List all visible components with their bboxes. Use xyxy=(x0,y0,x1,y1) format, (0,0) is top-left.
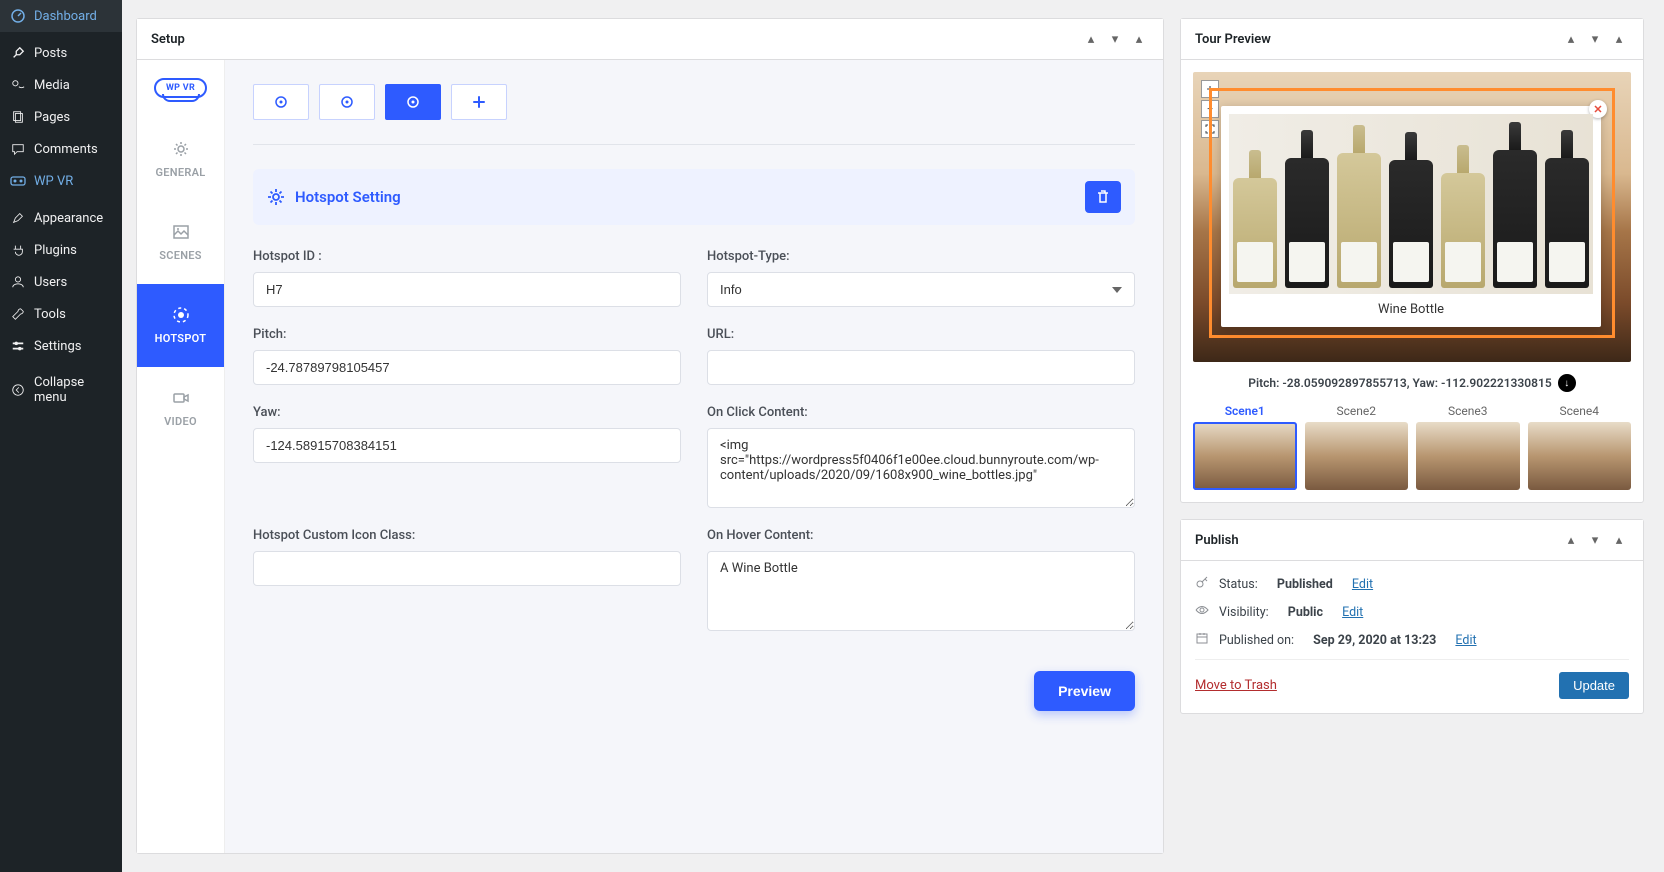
tour-preview-panel: Tour Preview ▴ ▾ ▴ + − xyxy=(1180,18,1644,503)
page-icon xyxy=(10,109,26,125)
user-icon xyxy=(10,274,26,290)
panel-up-icon[interactable]: ▴ xyxy=(1561,530,1581,550)
menu-users[interactable]: Users xyxy=(0,266,122,298)
panel-down-icon[interactable]: ▾ xyxy=(1585,530,1605,550)
menu-posts[interactable]: Posts xyxy=(0,37,122,69)
onclick-textarea[interactable]: <img src="https://wordpress5f0406f1e00ee… xyxy=(707,428,1135,508)
hotspot-id-label: Hotspot ID : xyxy=(253,249,681,264)
brush-icon xyxy=(10,210,26,226)
plugin-icon xyxy=(10,242,26,258)
eye-icon xyxy=(1195,603,1211,621)
menu-comments[interactable]: Comments xyxy=(0,133,122,165)
hotspot-type-select[interactable]: Info xyxy=(707,272,1135,307)
menu-tools[interactable]: Tools xyxy=(0,298,122,330)
hotspot-tab-3[interactable] xyxy=(385,84,441,120)
setup-title: Setup xyxy=(151,32,185,47)
panel-down-icon[interactable]: ▾ xyxy=(1105,29,1125,49)
panorama-viewport[interactable]: + − ✕ xyxy=(1193,72,1631,362)
menu-plugins[interactable]: Plugins xyxy=(0,234,122,266)
dashboard-icon xyxy=(10,8,26,24)
vr-icon xyxy=(10,173,26,189)
edit-status-link[interactable]: Edit xyxy=(1352,577,1373,592)
pin-icon xyxy=(10,45,26,61)
hotspot-popup: ✕ Wine Bottle xyxy=(1221,106,1601,327)
hotspot-type-label: Hotspot-Type: xyxy=(707,249,1135,264)
tab-scenes[interactable]: SCENES xyxy=(137,201,224,284)
move-to-trash-link[interactable]: Move to Trash xyxy=(1195,678,1277,693)
panel-down-icon[interactable]: ▾ xyxy=(1585,29,1605,49)
tab-video[interactable]: VIDEO xyxy=(137,367,224,450)
hotspot-tab-2[interactable] xyxy=(319,84,375,120)
panel-up-icon[interactable]: ▴ xyxy=(1561,29,1581,49)
onhover-textarea[interactable]: A Wine Bottle xyxy=(707,551,1135,631)
publish-panel: Publish ▴ ▾ ▴ Status: Published Edit Vis… xyxy=(1180,519,1644,714)
hotspot-add-button[interactable] xyxy=(451,84,507,120)
tab-hotspot[interactable]: HOTSPOT xyxy=(137,284,224,367)
tour-title: Tour Preview xyxy=(1195,32,1271,47)
pitch-yaw-readout: Pitch: -28.059092897855713, Yaw: -112.90… xyxy=(1248,376,1551,390)
collapse-icon xyxy=(10,382,26,398)
edit-visibility-link[interactable]: Edit xyxy=(1342,605,1363,620)
pitch-label: Pitch: xyxy=(253,327,681,342)
scene-thumb-3[interactable]: Scene3 xyxy=(1416,404,1520,490)
publish-title: Publish xyxy=(1195,533,1239,548)
panel-toggle-icon[interactable]: ▴ xyxy=(1129,29,1149,49)
wp-admin-sidebar: Dashboard Posts Media Pages Comments WP … xyxy=(0,0,122,872)
yaw-input[interactable] xyxy=(253,428,681,463)
iconclass-label: Hotspot Custom Icon Class: xyxy=(253,528,681,543)
tab-general[interactable]: GENERAL xyxy=(137,118,224,201)
edit-date-link[interactable]: Edit xyxy=(1455,633,1476,648)
scene-thumb-1[interactable]: Scene1 xyxy=(1193,404,1297,490)
panel-up-icon[interactable]: ▴ xyxy=(1081,29,1101,49)
media-icon xyxy=(10,77,26,93)
update-button[interactable]: Update xyxy=(1559,672,1629,699)
panel-toggle-icon[interactable]: ▴ xyxy=(1609,530,1629,550)
key-icon xyxy=(1195,575,1211,593)
scene-thumb-4[interactable]: Scene4 xyxy=(1528,404,1632,490)
url-input[interactable] xyxy=(707,350,1135,385)
comment-icon xyxy=(10,141,26,157)
menu-pages[interactable]: Pages xyxy=(0,101,122,133)
trash-icon xyxy=(1095,189,1111,205)
hotspot-id-input[interactable] xyxy=(253,272,681,307)
delete-hotspot-button[interactable] xyxy=(1085,181,1121,213)
popup-caption: Wine Bottle xyxy=(1229,294,1593,317)
menu-collapse[interactable]: Collapse menu xyxy=(0,367,122,413)
onclick-label: On Click Content: xyxy=(707,405,1135,420)
url-label: URL: xyxy=(707,327,1135,342)
onhover-label: On Hover Content: xyxy=(707,528,1135,543)
wpvr-logo: WP VR xyxy=(137,60,224,118)
settings-icon xyxy=(10,338,26,354)
copy-coords-icon[interactable]: ↓ xyxy=(1558,374,1576,392)
menu-wpvr[interactable]: WP VR xyxy=(0,165,122,197)
menu-appearance[interactable]: Appearance xyxy=(0,202,122,234)
panel-toggle-icon[interactable]: ▴ xyxy=(1609,29,1629,49)
yaw-label: Yaw: xyxy=(253,405,681,420)
calendar-icon xyxy=(1195,631,1211,649)
gear-icon xyxy=(267,188,285,206)
pitch-input[interactable] xyxy=(253,350,681,385)
scene-thumb-2[interactable]: Scene2 xyxy=(1305,404,1409,490)
menu-media[interactable]: Media xyxy=(0,69,122,101)
hotspot-tab-1[interactable] xyxy=(253,84,309,120)
preview-button[interactable]: Preview xyxy=(1034,671,1135,711)
menu-dashboard[interactable]: Dashboard xyxy=(0,0,122,32)
popup-image xyxy=(1229,114,1593,294)
iconclass-input[interactable] xyxy=(253,551,681,586)
menu-settings[interactable]: Settings xyxy=(0,330,122,362)
tool-icon xyxy=(10,306,26,322)
setup-panel: Setup ▴ ▾ ▴ WP VR GENERAL SCENES HOTSPOT… xyxy=(136,18,1164,854)
hotspot-setting-title: Hotspot Setting xyxy=(295,188,401,206)
